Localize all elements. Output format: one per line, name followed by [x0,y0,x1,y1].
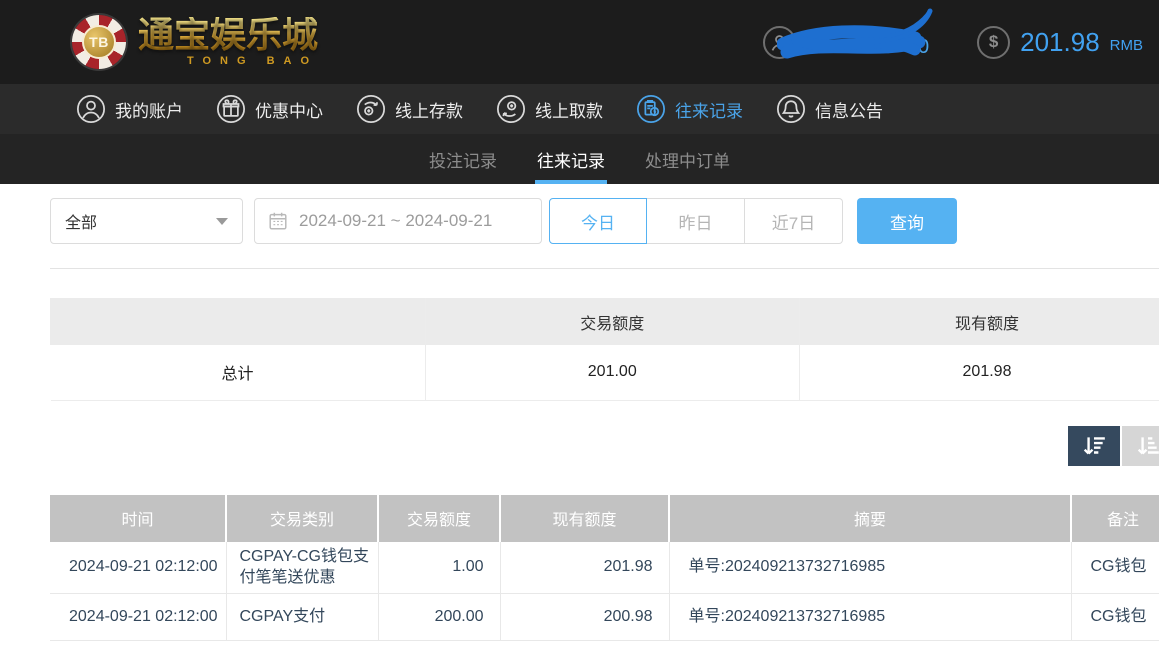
cell-note: CG钱包 [1071,593,1159,640]
records-clipboard-clock-icon [636,94,666,124]
type-select-value: 全部 [65,209,97,233]
date-range-input[interactable]: 2024-09-21 ~ 2024-09-21 [254,198,542,244]
bell-icon [776,94,806,124]
table-row: 2024-09-21 02:12:00 CGPAY支付 200.00 200.9… [50,593,1159,640]
section-divider [50,268,1159,269]
tab-label: 往来记录 [537,147,605,172]
cell-transaction-amount: 200.00 [378,593,500,640]
record-subtabs: 投注记录 往来记录 处理中订单 [0,134,1159,184]
top-header: TB 通宝娱乐城 TONG BAO 90 201.98 [0,0,1159,84]
nav-item-online-withdrawal[interactable]: 线上取款 [496,94,603,124]
cell-transaction-amount: 1.00 [378,542,500,594]
tab-processing-orders[interactable]: 处理中订单 [643,134,732,184]
gift-icon [216,94,246,124]
balance[interactable]: 201.98 RMB [977,26,1143,59]
calendar-icon [267,210,289,232]
nav-label: 线上存款 [395,97,463,122]
quick-date-group: 今日 昨日 近7日 [549,198,843,244]
cell-transaction-type: CGPAY支付 [226,593,378,640]
tab-label: 投注记录 [429,147,497,172]
nav-item-promotions[interactable]: 优惠中心 [216,94,323,124]
poker-chip-icon: TB [72,15,126,69]
topbar-right: 90 201.98 RMB [763,12,1143,72]
summary-col-transaction-amount: 交易额度 [425,298,800,345]
cell-current-balance: 200.98 [500,593,669,640]
tab-label: 处理中订单 [645,147,730,172]
sort-controls [50,426,1159,466]
sort-descending-button[interactable] [1068,426,1120,466]
tab-transaction-records[interactable]: 往来记录 [535,134,607,184]
user-icon [76,94,106,124]
query-button[interactable]: 查询 [857,198,957,244]
cell-summary: 单号:202409213732716985 [669,593,1071,640]
nav-label: 我的账户 [115,97,183,122]
dollar-icon [977,26,1010,59]
cell-note: CG钱包 [1071,542,1159,594]
summary-col-current-balance: 现有额度 [800,298,1159,345]
balance-currency: RMB [1110,37,1143,54]
summary-col-blank [51,298,426,345]
records-table: 时间 交易类别 交易额度 现有额度 摘要 备注 2024-09-21 02:12… [50,495,1159,641]
cell-time: 2024-09-21 02:12:00 [50,542,226,594]
summary-total-label: 总计 [51,345,426,400]
nav-label: 往来记录 [675,97,743,122]
col-transaction-amount: 交易额度 [378,495,500,542]
cell-transaction-type: CGPAY-CG钱包支付笔笔送优惠 [226,542,378,594]
deposit-hand-coin-icon [356,94,386,124]
sort-amount-desc-icon [1081,433,1107,459]
records-header-row: 时间 交易类别 交易额度 现有额度 摘要 备注 [50,495,1159,542]
summary-total-balance: 201.98 [800,345,1159,400]
nav-item-announcements[interactable]: 信息公告 [776,94,883,124]
chip-monogram: TB [82,25,116,59]
withdraw-hand-coin-icon [496,94,526,124]
cell-summary: 单号:202409213732716985 [669,542,1071,594]
chevron-down-icon [216,218,228,225]
main-navigation: 我的账户 优惠中心 线上存款 线上取款 往来记录 信息公告 [0,84,1159,134]
quick-btn-today[interactable]: 今日 [549,198,647,244]
col-time: 时间 [50,495,226,542]
tab-betting-records[interactable]: 投注记录 [427,134,499,184]
nav-item-transaction-records[interactable]: 往来记录 [636,94,743,124]
nav-label: 线上取款 [535,97,603,122]
col-note: 备注 [1071,495,1159,542]
quick-btn-yesterday[interactable]: 昨日 [647,198,745,244]
date-range-value: 2024-09-21 ~ 2024-09-21 [299,211,492,231]
brand-subtitle: TONG BAO [138,55,318,67]
user-account[interactable]: 90 [763,12,935,72]
cell-current-balance: 201.98 [500,542,669,594]
type-select[interactable]: 全部 [50,198,243,244]
brand-text: 通宝娱乐城 TONG BAO [138,17,318,67]
sort-amount-asc-icon [1135,433,1159,459]
nav-label: 优惠中心 [255,97,323,122]
summary-header-row: 交易额度 现有额度 [51,298,1159,345]
nav-item-online-deposit[interactable]: 线上存款 [356,94,463,124]
summary-table: 交易额度 现有额度 总计 201.00 201.98 [50,298,1159,401]
nav-item-my-account[interactable]: 我的账户 [76,94,183,124]
col-transaction-type: 交易类别 [226,495,378,542]
brand-logo[interactable]: TB 通宝娱乐城 TONG BAO [72,15,318,69]
sort-ascending-button[interactable] [1122,426,1159,466]
content-area: 全部 2024-09-21 ~ 2024-09-21 今日 昨日 近7日 查询 … [0,198,1159,641]
col-summary: 摘要 [669,495,1071,542]
summary-total-row: 总计 201.00 201.98 [51,345,1159,400]
redaction-scribble [777,8,933,70]
table-row: 2024-09-21 02:12:00 CGPAY-CG钱包支付笔笔送优惠 1.… [50,542,1159,594]
summary-total-amount: 201.00 [425,345,800,400]
balance-amount: 201.98 [1020,27,1100,58]
col-current-balance: 现有额度 [500,495,669,542]
quick-btn-last7days[interactable]: 近7日 [745,198,843,244]
nav-label: 信息公告 [815,97,883,122]
filter-row: 全部 2024-09-21 ~ 2024-09-21 今日 昨日 近7日 查询 [50,198,1159,244]
brand-name: 通宝娱乐城 [138,17,318,53]
cell-time: 2024-09-21 02:12:00 [50,593,226,640]
